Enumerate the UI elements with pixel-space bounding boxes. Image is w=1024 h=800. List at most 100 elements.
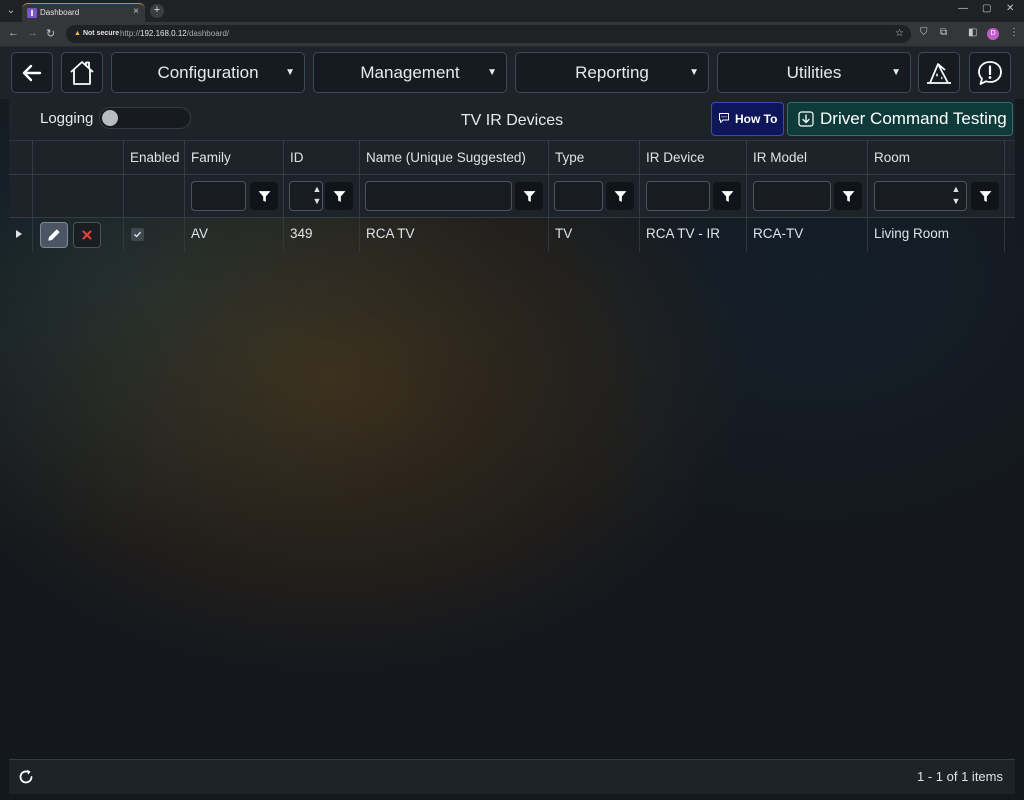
window-close-icon[interactable]: ✕	[1006, 3, 1014, 14]
ir-model-cell: RCA-TV	[747, 217, 868, 252]
type-cell: TV	[549, 217, 640, 252]
filter-cell-ir-model	[747, 175, 868, 217]
maximize-icon[interactable]: ▢	[982, 3, 991, 14]
tab-close-icon[interactable]: ×	[133, 6, 139, 17]
filter-cell-id: ▲ ▼	[284, 175, 360, 217]
expand-column-header	[9, 141, 33, 174]
id-filter-button[interactable]	[325, 182, 353, 210]
browser-forward-icon[interactable]: →	[27, 27, 38, 39]
url-scheme: http://	[120, 29, 141, 38]
how-to-button[interactable]: How To	[711, 102, 784, 136]
ir-device-filter-input[interactable]	[646, 181, 710, 211]
filter-icon	[842, 190, 854, 202]
filter-icon	[258, 190, 270, 202]
filter-icon	[614, 190, 626, 202]
security-indicator[interactable]: ▲ Not secure	[70, 27, 125, 41]
filter-icon	[721, 190, 733, 202]
column-header-type[interactable]: Type	[549, 141, 640, 174]
management-menu[interactable]: Management ▼	[313, 52, 507, 93]
column-header-id[interactable]: ID	[284, 141, 360, 174]
profile-avatar[interactable]: D	[987, 28, 999, 40]
filter-cell-type	[549, 175, 640, 217]
grid-filter-row: ▲ ▼ ▲ ▼	[9, 175, 1015, 218]
wizard-button[interactable]	[918, 52, 960, 93]
new-tab-button[interactable]: +	[150, 4, 164, 18]
column-header-enabled[interactable]: Enabled	[124, 141, 185, 174]
type-filter-input[interactable]	[554, 181, 603, 211]
url-host: 192.168.0.12	[140, 29, 187, 38]
tab-title: Dashboard	[40, 8, 80, 17]
reload-icon[interactable]: ↻	[46, 27, 55, 40]
tab-search-icon[interactable]: ⌄	[4, 4, 18, 18]
home-icon	[70, 60, 94, 85]
address-bar[interactable]: ▲ Not secure http://192.168.0.12/dashboar…	[66, 25, 911, 43]
browser-back-icon[interactable]: ←	[8, 27, 19, 39]
filter-cell-empty	[124, 175, 185, 217]
room-filter-button[interactable]	[971, 182, 999, 210]
ir-device-filter-button[interactable]	[713, 182, 741, 210]
expand-row-icon[interactable]	[16, 230, 22, 238]
edit-row-button[interactable]	[40, 222, 68, 248]
reporting-menu-label: Reporting	[575, 63, 649, 82]
filter-cell-empty	[9, 175, 33, 217]
not-secure-label: Not secure	[82, 30, 120, 37]
filter-icon	[333, 190, 345, 202]
id-cell: 349	[284, 217, 360, 252]
grid-toolbar: Logging TV IR Devices How To Driver Comm…	[9, 99, 1015, 141]
table-row[interactable]: AV 349 RCA TV TV RCA TV - IR RCA-TV Livi…	[9, 217, 1015, 252]
devices-grid: Enabled Family ID Name (Unique Suggested…	[9, 141, 1015, 755]
column-header-ir-model[interactable]: IR Model	[747, 141, 868, 174]
home-button[interactable]	[61, 52, 103, 93]
app-viewport: Configuration ▼ Management ▼ Reporting ▼…	[0, 47, 1024, 800]
browser-menu-icon[interactable]: ⋮	[1009, 27, 1019, 38]
management-menu-label: Management	[360, 63, 460, 82]
filter-cell-family	[185, 175, 284, 217]
wizard-hat-icon	[927, 62, 951, 84]
shield-extension-icon[interactable]: ⛉	[920, 27, 928, 38]
warning-icon: ▲	[74, 30, 81, 37]
family-filter-button[interactable]	[250, 182, 278, 210]
enabled-checkbox[interactable]	[131, 228, 144, 241]
filter-cell-empty	[33, 175, 124, 217]
checkmark-icon	[134, 231, 141, 238]
browser-tab-strip: ⌄ Dashboard × + — ▢ ✕	[0, 0, 1024, 22]
how-to-label: How To	[735, 112, 778, 126]
filter-cell-name	[360, 175, 549, 217]
grid-pager: 1 - 1 of 1 items	[9, 759, 1015, 794]
name-filter-button[interactable]	[515, 182, 543, 210]
family-cell: AV	[185, 217, 284, 252]
column-header-room[interactable]: Room	[868, 141, 1005, 174]
family-filter-input[interactable]	[191, 181, 246, 211]
configuration-menu[interactable]: Configuration ▼	[111, 52, 305, 93]
ir-model-filter-button[interactable]	[834, 182, 862, 210]
tab-favicon-icon	[27, 8, 37, 18]
side-panel-icon[interactable]: ◧	[968, 27, 977, 38]
column-header-name[interactable]: Name (Unique Suggested)	[360, 141, 549, 174]
reporting-menu[interactable]: Reporting ▼	[515, 52, 709, 93]
utilities-menu[interactable]: Utilities ▼	[717, 52, 911, 93]
delete-row-button[interactable]	[73, 222, 101, 248]
filter-icon	[979, 190, 991, 202]
room-filter-stepper[interactable]: ▲ ▼	[950, 183, 962, 209]
refresh-icon[interactable]	[17, 768, 35, 786]
name-filter-input[interactable]	[365, 181, 512, 211]
name-cell: RCA TV	[360, 217, 549, 252]
extensions-puzzle-icon[interactable]: ⧉	[940, 27, 947, 38]
browser-tab[interactable]: Dashboard ×	[22, 3, 145, 22]
minimize-icon[interactable]: —	[958, 3, 968, 14]
alert-speech-bubble-icon	[978, 60, 1002, 85]
logging-toggle[interactable]	[99, 107, 191, 129]
ir-model-filter-input[interactable]	[753, 181, 831, 211]
back-button[interactable]	[11, 52, 53, 93]
bookmark-star-icon[interactable]: ☆	[895, 28, 904, 39]
column-header-ir-device[interactable]: IR Device	[640, 141, 747, 174]
toggle-knob	[102, 110, 118, 126]
configuration-menu-label: Configuration	[157, 63, 259, 82]
id-filter-stepper[interactable]: ▲ ▼	[311, 183, 323, 209]
driver-command-testing-button[interactable]: Driver Command Testing	[787, 102, 1013, 136]
caret-down-icon: ▼	[285, 67, 295, 78]
column-header-family[interactable]: Family	[185, 141, 284, 174]
alerts-button[interactable]	[969, 52, 1011, 93]
type-filter-button[interactable]	[606, 182, 634, 210]
close-x-icon	[82, 230, 92, 240]
